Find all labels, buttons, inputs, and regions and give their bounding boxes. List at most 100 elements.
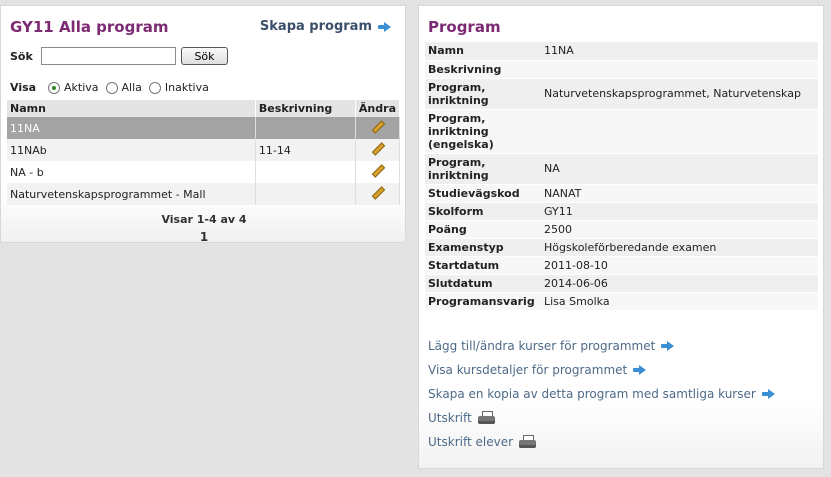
copy-program-link[interactable]: Skapa en kopia av detta program med samt…: [428, 382, 775, 406]
detail-value: Naturvetenskapsprogrammet, Naturvetenska…: [541, 78, 818, 110]
detail-key: Studievägskod: [425, 184, 541, 203]
detail-value: Högskoleförberedande examen: [541, 238, 818, 257]
arrow-right-icon: [378, 21, 391, 32]
detail-key: Program, inriktning: [425, 153, 541, 185]
filter-option-label: Aktiva: [64, 81, 99, 94]
panel-title: GY11 Alla program: [10, 18, 169, 36]
add-courses-link[interactable]: Lägg till/ändra kurser för programmet: [428, 334, 775, 358]
edit-cell[interactable]: [355, 117, 401, 139]
arrow-right-icon: [661, 341, 675, 351]
filter-option-inaktiva[interactable]: Inaktiva: [148, 81, 209, 94]
arrow-right-icon: [633, 365, 647, 375]
link-label: Visa kursdetaljer för programmet: [428, 363, 628, 377]
row-description: 11-14: [255, 139, 356, 161]
detail-key: Program, inriktning (engelska): [425, 109, 541, 154]
filter-option-label: Inaktiva: [164, 81, 209, 94]
panel-title: Program: [428, 18, 501, 36]
detail-key: Namn: [425, 42, 541, 61]
create-program-label: Skapa program: [259, 19, 372, 34]
pager-page-1[interactable]: 1: [1, 230, 407, 244]
print-link[interactable]: Utskrift: [428, 406, 775, 430]
detail-row: Studievägskod NANAT: [425, 184, 818, 203]
show-course-details-link[interactable]: Visa kursdetaljer för programmet: [428, 358, 775, 382]
filter-option-label: Alla: [121, 81, 142, 94]
detail-value: Lisa Smolka: [541, 292, 818, 311]
pencil-icon[interactable]: [371, 142, 384, 155]
pencil-icon[interactable]: [371, 120, 384, 133]
detail-row: Skolform GY11: [425, 202, 818, 221]
radio-checked-icon[interactable]: [48, 81, 60, 94]
detail-key: Startdatum: [425, 256, 541, 275]
row-description: [255, 117, 356, 139]
row-description: [255, 183, 356, 205]
program-detail-table: Namn 11NA Beskrivning Program, inriktnin…: [425, 42, 818, 311]
row-name[interactable]: Naturvetenskapsprogrammet - Mall: [7, 183, 256, 205]
detail-value: GY11: [541, 202, 818, 221]
filter-row: Visa Aktiva Alla Inaktiva: [10, 81, 216, 94]
detail-row: Startdatum 2011-08-10: [425, 256, 818, 275]
column-header-description[interactable]: Beskrivning: [255, 100, 356, 117]
print-students-link[interactable]: Utskrift elever: [428, 430, 775, 454]
filter-option-alla[interactable]: Alla: [105, 81, 142, 94]
link-label: Skapa en kopia av detta program med samt…: [428, 387, 756, 401]
search-input[interactable]: [41, 47, 176, 65]
detail-row: Slutdatum 2014-06-06: [425, 274, 818, 293]
detail-row: Program, inriktning NA: [425, 153, 818, 185]
detail-row: Program, inriktning Naturvetenskapsprogr…: [425, 78, 818, 110]
search-button[interactable]: Sök: [181, 47, 228, 65]
pencil-icon[interactable]: [371, 186, 384, 199]
detail-value: [541, 60, 818, 79]
column-header-name[interactable]: Namn: [7, 100, 256, 117]
detail-value: 2011-08-10: [541, 256, 818, 275]
printer-icon: [477, 410, 495, 426]
detail-key: Skolform: [425, 202, 541, 221]
detail-key: Examenstyp: [425, 238, 541, 257]
link-label: Lägg till/ändra kurser för programmet: [428, 339, 656, 353]
search-label: Sök: [10, 49, 33, 63]
action-links: Lägg till/ändra kurser för programmet Vi…: [428, 334, 775, 454]
detail-row: Program, inriktning (engelska): [425, 109, 818, 154]
search-row: Sök Sök: [10, 47, 228, 65]
detail-row: Beskrivning: [425, 60, 818, 79]
program-table: Namn Beskrivning Ändra 11NA 11NAb 11-14 …: [7, 100, 401, 205]
edit-cell[interactable]: [355, 139, 401, 161]
detail-value: NA: [541, 153, 818, 185]
program-list-panel: GY11 Alla program Skapa program Sök Sök …: [0, 5, 407, 244]
arrow-right-icon: [761, 389, 775, 399]
detail-value: [541, 109, 818, 154]
table-row[interactable]: 11NA: [7, 117, 401, 139]
link-label: Utskrift elever: [428, 435, 514, 449]
row-name[interactable]: 11NAb: [7, 139, 256, 161]
detail-row: Examenstyp Högskoleförberedande examen: [425, 238, 818, 257]
create-program-link[interactable]: Skapa program: [260, 19, 391, 34]
pencil-icon[interactable]: [371, 164, 384, 177]
detail-key: Beskrivning: [425, 60, 541, 79]
detail-key: Programansvarig: [425, 292, 541, 311]
row-name[interactable]: NA - b: [7, 161, 256, 183]
detail-key: Slutdatum: [425, 274, 541, 293]
table-row[interactable]: 11NAb 11-14: [7, 139, 401, 161]
pager-info: Visar 1-4 av 4: [161, 213, 247, 226]
row-description: [255, 161, 356, 183]
table-row[interactable]: NA - b: [7, 161, 401, 183]
detail-key: Program, inriktning: [425, 78, 541, 110]
printer-icon: [519, 434, 537, 450]
detail-value: NANAT: [541, 184, 818, 203]
radio-icon[interactable]: [148, 81, 161, 94]
edit-cell[interactable]: [355, 183, 401, 205]
edit-cell[interactable]: [355, 161, 401, 183]
detail-key: Poäng: [425, 220, 541, 239]
row-name[interactable]: 11NA: [7, 117, 256, 139]
column-header-edit: Ändra: [355, 100, 401, 117]
detail-row: Poäng 2500: [425, 220, 818, 239]
detail-value: 2014-06-06: [541, 274, 818, 293]
filter-option-aktiva[interactable]: Aktiva: [48, 81, 99, 94]
detail-value: 2500: [541, 220, 818, 239]
table-row[interactable]: Naturvetenskapsprogrammet - Mall: [7, 183, 401, 205]
radio-icon[interactable]: [105, 81, 118, 94]
detail-row: Namn 11NA: [425, 42, 818, 61]
filter-label: Visa: [10, 81, 37, 94]
program-detail-panel: Program Namn 11NA Beskrivning Program, i…: [418, 5, 824, 469]
detail-row: Programansvarig Lisa Smolka: [425, 292, 818, 311]
link-label: Utskrift: [428, 411, 472, 425]
